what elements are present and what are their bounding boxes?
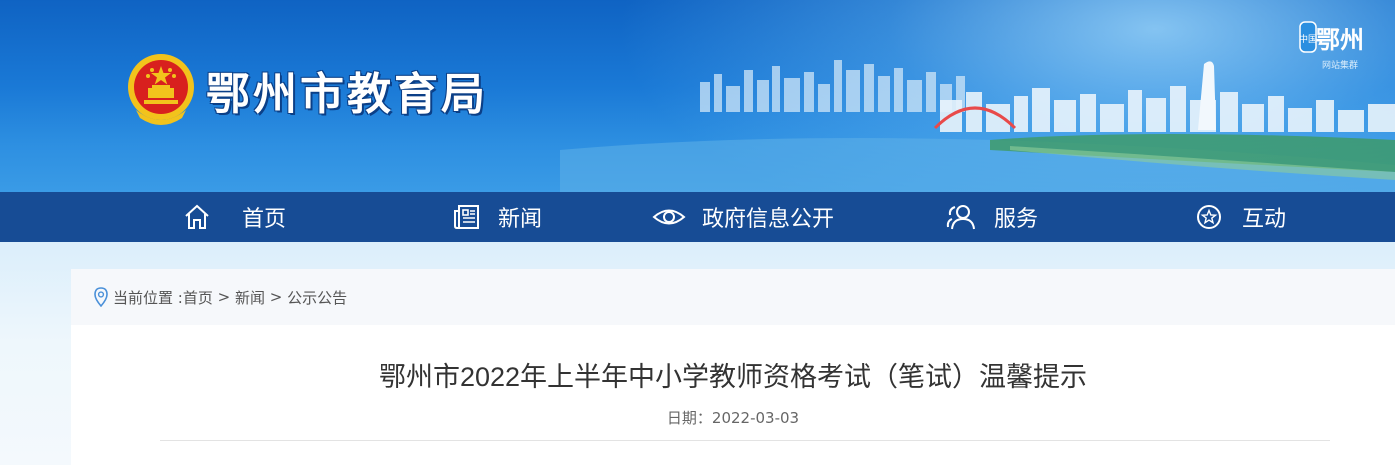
site-title[interactable]: 鄂州市教育局 xyxy=(206,58,488,122)
date-label: 日期： xyxy=(666,409,712,427)
ezhou-portal-logo-icon[interactable]: 中国 鄂州 网站集群 xyxy=(1298,16,1368,74)
svg-text:中国: 中国 xyxy=(1299,33,1317,45)
nav-label: 首页 xyxy=(242,207,287,232)
nav-label: 新闻 xyxy=(498,207,543,232)
nav-label: 互动 xyxy=(1242,207,1287,232)
nav-item-home[interactable]: 首页 xyxy=(182,192,286,242)
main-nav: 首页 新闻 政府信息公开 服务 互动 xyxy=(0,192,1395,242)
star-icon xyxy=(1194,202,1224,232)
nav-label: 政府信息公开 xyxy=(702,207,835,232)
home-icon xyxy=(182,202,212,232)
article-panel: 当前位置 : 首页 > 新闻 > 公示公告 鄂州市2022年上半年中小学教师资格… xyxy=(71,269,1395,465)
breadcrumb-news-link[interactable]: 新闻 xyxy=(235,287,265,308)
breadcrumb-notice-link[interactable]: 公示公告 xyxy=(287,287,347,308)
article-title: 鄂州市2022年上半年中小学教师资格考试（笔试）温馨提示 xyxy=(378,362,1088,392)
newspaper-icon xyxy=(452,202,482,232)
breadcrumb-separator: > xyxy=(212,288,235,306)
date-value: 2022-03-03 xyxy=(711,409,800,427)
article-date: 日期：2022-03-03 xyxy=(71,407,1395,428)
eye-icon xyxy=(652,202,686,232)
users-icon xyxy=(944,202,978,232)
nav-item-service[interactable]: 服务 xyxy=(944,192,1038,242)
breadcrumb-prefix: 当前位置 : xyxy=(113,288,183,307)
svg-text:鄂州: 鄂州 xyxy=(1316,25,1364,54)
national-emblem-icon xyxy=(128,54,194,125)
nav-item-gov-info[interactable]: 政府信息公开 xyxy=(652,192,834,242)
nav-label: 服务 xyxy=(994,207,1039,232)
title-divider xyxy=(160,440,1330,441)
breadcrumb-separator: > xyxy=(264,288,288,306)
nav-item-interact[interactable]: 互动 xyxy=(1194,192,1286,242)
breadcrumb-home-link[interactable]: 首页 xyxy=(183,287,213,308)
nav-item-news[interactable]: 新闻 xyxy=(452,192,542,242)
svg-text:网站集群: 网站集群 xyxy=(1322,59,1358,71)
location-pin-icon xyxy=(94,287,108,307)
breadcrumb: 当前位置 : 首页 > 新闻 > 公示公告 xyxy=(71,269,1395,325)
header-banner: 鄂州市教育局 中国 鄂州 网站集群 xyxy=(0,0,1395,192)
